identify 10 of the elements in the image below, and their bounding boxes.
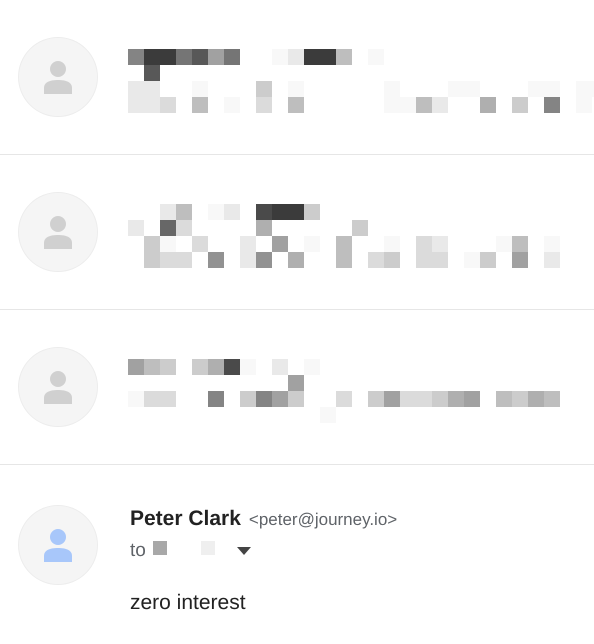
person-icon <box>42 60 74 94</box>
person-icon <box>42 528 74 562</box>
redacted-recipient-drawing <box>152 540 217 555</box>
person-icon <box>42 370 74 404</box>
recipient-label: to <box>130 538 146 562</box>
person-icon <box>42 215 74 249</box>
caret-icon[interactable] <box>236 546 251 555</box>
message-body: zero interest <box>130 590 247 616</box>
sender-name: Peter Clark <box>130 506 241 532</box>
sender-email: <peter@journey.io> <box>248 509 398 531</box>
